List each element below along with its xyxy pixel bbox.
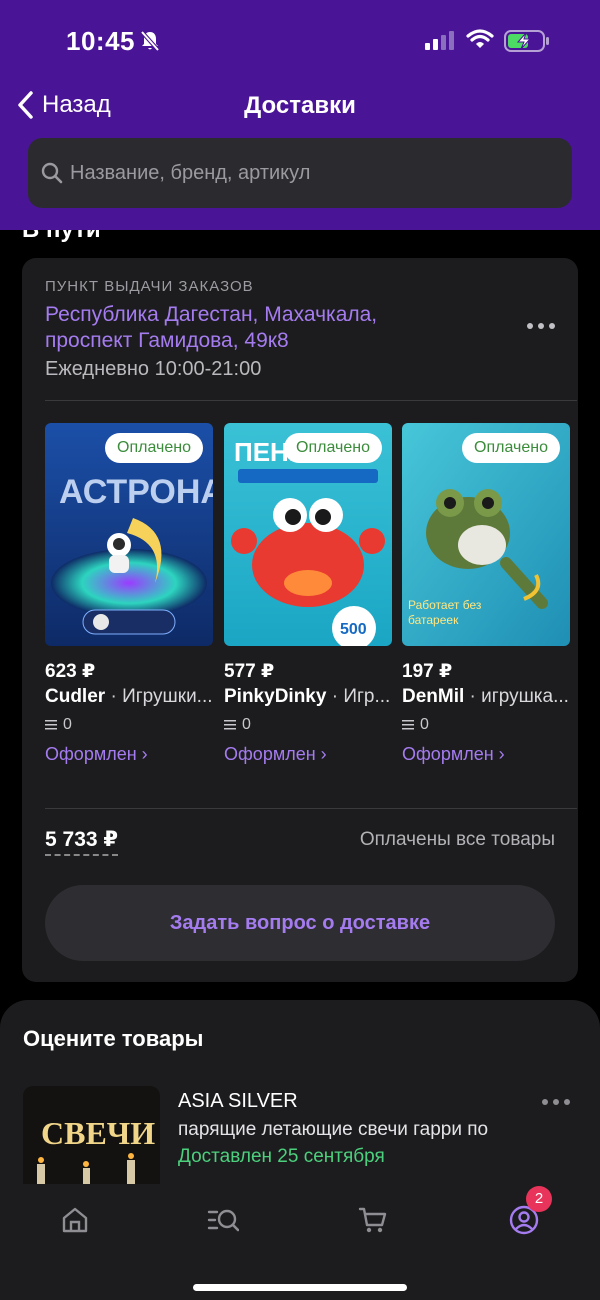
pickup-address[interactable]: Республика Дагестан, Махачкала, проспект…	[45, 302, 465, 354]
home-icon	[62, 1207, 88, 1233]
name-separator: ·	[326, 686, 344, 707]
name-separator: ·	[105, 686, 123, 707]
svg-text:Работает без: Работает без	[408, 598, 482, 612]
svg-text:500: 500	[340, 621, 367, 638]
tab-cart[interactable]	[353, 1200, 393, 1240]
rate-products-title: Оцените товары	[23, 1026, 204, 1051]
search-icon	[41, 162, 63, 184]
catalog-search-icon	[207, 1209, 240, 1232]
header: 10:45 Назад Доставки Название, бренд, ар…	[0, 0, 600, 230]
bell-off-icon	[140, 30, 160, 52]
delivery-card: ПУНКТ ВЫДАЧИ ЗАКАЗОВ Республика Дагестан…	[22, 258, 578, 982]
product-name: PinkyDinky · Игр...	[224, 686, 392, 710]
product-category: игрушка...	[481, 686, 569, 707]
product-price: 577 ₽	[224, 661, 275, 682]
product-image-bath-crab-toy[interactable]: ПЕННЫЙ 500 Оплачено	[224, 423, 392, 646]
product-image-wind-up-frog[interactable]: Работает без батареек Оплачено	[402, 423, 570, 646]
payment-status: Оплачены все товары	[359, 829, 555, 850]
status-bar: 10:45	[0, 0, 600, 80]
delivered-date: Доставлен 25 сентября	[178, 1146, 385, 1167]
svg-text:АСТРОНАВТ: АСТРОНАВТ	[59, 473, 213, 511]
product-card[interactable]: ПЕННЫЙ 500 Оплачено 577 ₽ PinkyDinky · И…	[224, 423, 392, 765]
total-row: 5 733 ₽ Оплачены все товары	[45, 823, 555, 863]
more-options-icon[interactable]	[526, 322, 556, 330]
product-card[interactable]: АСТРОНАВТ Оплачено 623 ₽ Cudler · Игрушк…	[45, 423, 213, 765]
product-quantity: 0	[45, 714, 213, 736]
product-card[interactable]: Работает без батареек Оплачено 197 ₽ Den…	[402, 423, 570, 765]
pickup-hours: Ежедневно 10:00-21:00	[45, 358, 262, 380]
product-list: АСТРОНАВТ Оплачено 623 ₽ Cudler · Игрушк…	[45, 423, 578, 765]
product-name: Cudler · Игрушки...	[45, 686, 213, 710]
product-category: Игрушки...	[122, 686, 213, 707]
paid-badge: Оплачено	[462, 433, 560, 463]
notification-badge: 2	[526, 1186, 552, 1212]
name-separator: ·	[464, 686, 482, 707]
list-icon	[402, 720, 414, 730]
search-input[interactable]	[70, 161, 550, 185]
product-brand: PinkyDinky	[224, 686, 327, 707]
cart-icon	[358, 1207, 387, 1233]
product-count-value: 0	[420, 716, 429, 733]
product-brand: Cudler	[45, 686, 106, 707]
tab-bar: 2	[0, 1184, 600, 1300]
product-image-floating-candles[interactable]: СВЕЧИ	[23, 1086, 160, 1184]
tab-catalog-search[interactable]	[203, 1200, 243, 1240]
product-count-value: 0	[242, 716, 251, 733]
order-status-link[interactable]: Оформлен ›	[402, 744, 570, 765]
product-name: DenMil · игрушка...	[402, 686, 570, 710]
product-category: Игр...	[343, 686, 391, 707]
product-price: 197 ₽	[402, 661, 453, 682]
order-status-link[interactable]: Оформлен ›	[224, 744, 392, 765]
total-amount[interactable]: 5 733 ₽	[45, 827, 118, 856]
product-brand: DenMil	[402, 686, 465, 707]
divider	[45, 400, 577, 401]
tab-home[interactable]	[55, 1200, 95, 1240]
search-bar[interactable]	[28, 138, 572, 208]
tab-profile[interactable]: 2	[504, 1186, 552, 1240]
rate-product-item[interactable]: СВЕЧИ ASIA SILVER парящие летающие свечи…	[23, 1086, 578, 1184]
ask-about-delivery-button[interactable]: Задать вопрос о доставке	[45, 885, 555, 961]
page-title: Доставки	[244, 92, 356, 119]
more-options-icon[interactable]	[541, 1098, 571, 1106]
list-icon	[224, 720, 236, 730]
status-time: 10:45	[66, 26, 135, 56]
product-count-value: 0	[63, 716, 72, 733]
floating-candles-image: СВЕЧИ	[23, 1086, 160, 1184]
list-icon	[45, 720, 57, 730]
order-status-link[interactable]: Оформлен ›	[45, 744, 213, 765]
svg-text:батареек: батареек	[408, 613, 459, 627]
rate-product-name: парящие летающие свечи гарри по	[178, 1119, 489, 1140]
paid-badge: Оплачено	[284, 433, 382, 463]
home-indicator[interactable]	[193, 1284, 407, 1291]
product-image-astronaut-lamp[interactable]: АСТРОНАВТ Оплачено	[45, 423, 213, 646]
battery-charging-icon	[504, 30, 549, 52]
wifi-icon	[466, 29, 494, 48]
product-price: 623 ₽	[45, 661, 96, 682]
product-quantity: 0	[402, 714, 570, 736]
pickup-caption: ПУНКТ ВЫДАЧИ ЗАКАЗОВ	[45, 278, 254, 295]
paid-badge: Оплачено	[105, 433, 203, 463]
cellular-signal-icon	[425, 31, 454, 50]
product-quantity: 0	[224, 714, 392, 736]
svg-text:СВЕЧИ: СВЕЧИ	[41, 1115, 155, 1151]
divider	[45, 808, 577, 809]
rate-product-brand: ASIA SILVER	[178, 1090, 298, 1112]
nav-bar: Назад Доставки	[0, 80, 600, 132]
